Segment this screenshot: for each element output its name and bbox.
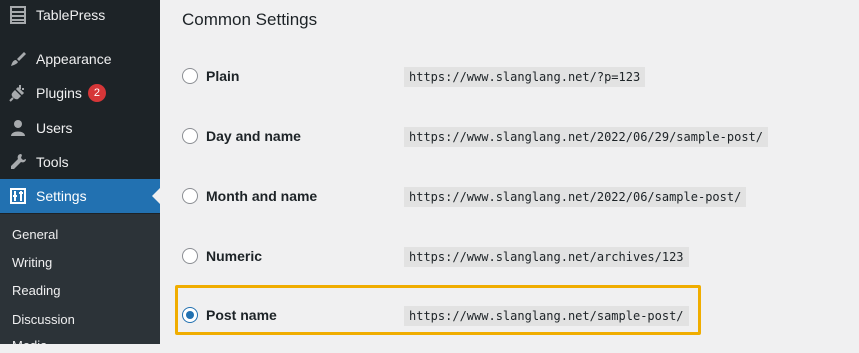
- permalink-option-post-name: Post name: [182, 303, 277, 327]
- submenu-item-general[interactable]: General: [12, 227, 58, 242]
- submenu-item-discussion[interactable]: Discussion: [12, 312, 75, 327]
- option-label[interactable]: Day and name: [206, 128, 301, 144]
- sidebar-item-users[interactable]: Users: [0, 111, 160, 145]
- section-title: Common Settings: [182, 10, 318, 29]
- sidebar-item-label: Tools: [36, 154, 69, 170]
- sidebar-item-label: Plugins: [36, 85, 82, 101]
- radio-month-and-name[interactable]: [182, 188, 198, 204]
- sidebar-item-settings[interactable]: Settings: [0, 179, 160, 213]
- option-label[interactable]: Post name: [206, 307, 277, 323]
- admin-sidebar: TablePress Appearance Plugins 2 Users To…: [0, 0, 160, 353]
- main-content: Common Settings Plain https://www.slangl…: [160, 0, 859, 344]
- submenu-item-media[interactable]: Media: [12, 338, 47, 353]
- radio-post-name[interactable]: [182, 307, 198, 323]
- permalink-option-plain: Plain: [182, 64, 239, 88]
- permalink-example: https://www.slanglang.net/archives/123: [404, 247, 689, 267]
- update-count-badge: 2: [87, 84, 106, 102]
- option-label[interactable]: Month and name: [206, 188, 317, 204]
- radio-day-and-name[interactable]: [182, 128, 198, 144]
- permalink-option-month-and-name: Month and name: [182, 184, 317, 208]
- table-icon: [8, 5, 28, 25]
- sidebar-item-tablepress[interactable]: TablePress: [0, 0, 160, 30]
- plug-icon: [8, 83, 28, 103]
- option-label[interactable]: Numeric: [206, 248, 262, 264]
- sidebar-item-label: Settings: [36, 188, 87, 204]
- permalink-example: https://www.slanglang.net/?p=123: [404, 67, 646, 87]
- permalink-option-numeric: Numeric: [182, 244, 262, 268]
- permalink-option-day-and-name: Day and name: [182, 124, 301, 148]
- paintbrush-icon: [8, 49, 28, 69]
- sidebar-item-plugins[interactable]: Plugins 2: [0, 76, 160, 110]
- users-icon: [8, 118, 28, 138]
- sidebar-item-label: TablePress: [36, 7, 106, 23]
- sidebar-item-label: Appearance: [36, 51, 112, 67]
- permalink-example: https://www.slanglang.net/sample-post/: [404, 306, 689, 326]
- radio-plain[interactable]: [182, 68, 198, 84]
- option-label[interactable]: Plain: [206, 68, 239, 84]
- settings-submenu: General Writing Reading Discussion Media: [0, 214, 160, 353]
- wrench-icon: [8, 152, 28, 172]
- permalink-example: https://www.slanglang.net/2022/06/29/sam…: [404, 127, 769, 147]
- sidebar-item-appearance[interactable]: Appearance: [0, 42, 160, 76]
- settings-icon: [8, 186, 28, 206]
- radio-numeric[interactable]: [182, 248, 198, 264]
- submenu-item-reading[interactable]: Reading: [12, 283, 60, 298]
- sidebar-item-label: Users: [36, 120, 73, 136]
- sidebar-item-tools[interactable]: Tools: [0, 145, 160, 179]
- submenu-item-writing[interactable]: Writing: [12, 255, 52, 270]
- permalink-example: https://www.slanglang.net/2022/06/sample…: [404, 187, 747, 207]
